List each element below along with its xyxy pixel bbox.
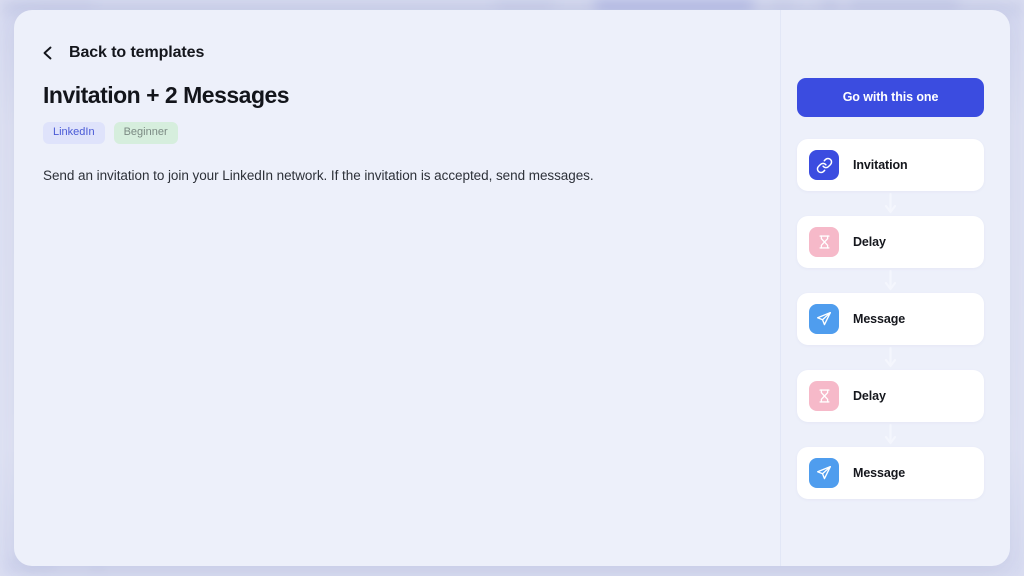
chevron-left-icon bbox=[40, 45, 56, 61]
step-label: Message bbox=[853, 466, 906, 480]
template-detail-modal: Back to templates Invitation + 2 Message… bbox=[14, 10, 1010, 566]
step-card-message-2[interactable]: Message bbox=[797, 447, 984, 499]
back-to-templates-button[interactable]: Back to templates bbox=[40, 44, 204, 62]
hourglass-icon bbox=[809, 227, 839, 257]
page-title: Invitation + 2 Messages bbox=[43, 82, 290, 108]
send-icon bbox=[809, 304, 839, 334]
tag-difficulty: Beginner bbox=[113, 122, 178, 144]
back-to-templates-label: Back to templates bbox=[69, 44, 205, 61]
step-connector-arrow-3 bbox=[797, 345, 984, 370]
step-label: Delay bbox=[853, 235, 886, 249]
step-label: Message bbox=[853, 312, 906, 326]
steps-list: Invitation Delay Message Delay Message bbox=[797, 139, 984, 499]
backdrop-logo-ghost bbox=[8, 0, 94, 9]
template-steps-pane: Go with this one Invitation Delay Messag… bbox=[781, 10, 1010, 566]
hourglass-icon bbox=[809, 381, 839, 411]
step-connector-arrow-4 bbox=[797, 422, 984, 447]
step-card-invitation[interactable]: Invitation bbox=[797, 139, 984, 191]
template-description: Send an invitation to join your LinkedIn… bbox=[43, 168, 594, 183]
step-card-delay-1[interactable]: Delay bbox=[797, 216, 984, 268]
step-card-message-1[interactable]: Message bbox=[797, 293, 984, 345]
step-connector-arrow-2 bbox=[797, 268, 984, 293]
tag-platform: LinkedIn bbox=[43, 122, 105, 144]
backdrop-icon-ghost bbox=[772, 0, 794, 8]
step-label: Delay bbox=[853, 389, 886, 403]
backdrop-username-ghost bbox=[848, 0, 960, 7]
step-label: Invitation bbox=[853, 158, 908, 172]
step-card-delay-2[interactable]: Delay bbox=[797, 370, 984, 422]
template-info-pane: Back to templates Invitation + 2 Message… bbox=[14, 10, 781, 566]
go-with-this-one-button[interactable]: Go with this one bbox=[797, 78, 984, 117]
tag-list: LinkedIn Beginner bbox=[43, 122, 750, 144]
backdrop-menu-ghost bbox=[495, 0, 555, 9]
step-connector-arrow-1 bbox=[797, 191, 984, 216]
link-icon bbox=[809, 150, 839, 180]
backdrop-primary-button-ghost bbox=[594, 0, 754, 9]
send-icon bbox=[809, 458, 839, 488]
